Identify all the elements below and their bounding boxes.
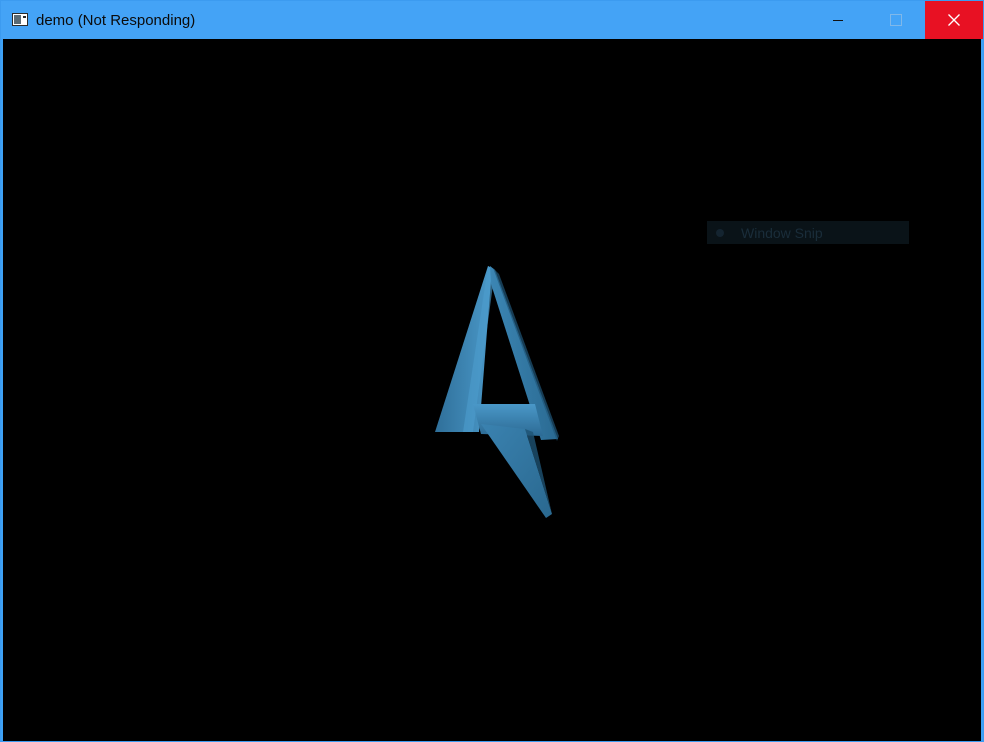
title-bar[interactable]: demo (Not Responding) [1, 1, 983, 39]
maximize-button[interactable] [867, 1, 925, 39]
3d-logo-model [435, 266, 559, 518]
maximize-icon [890, 14, 902, 26]
window-snip-option[interactable]: Window Snip [707, 221, 909, 244]
minimize-button[interactable] [809, 1, 867, 39]
close-button[interactable] [925, 1, 983, 39]
radio-icon [716, 228, 724, 237]
window-title: demo (Not Responding) [36, 12, 196, 29]
app-icon [12, 13, 28, 26]
render-viewport[interactable]: Window Snip [3, 39, 981, 741]
close-icon [948, 14, 960, 26]
window-snip-label: Window Snip [741, 224, 823, 241]
minimize-icon [833, 20, 843, 21]
app-window: demo (Not Responding) Window Snip [0, 0, 984, 742]
